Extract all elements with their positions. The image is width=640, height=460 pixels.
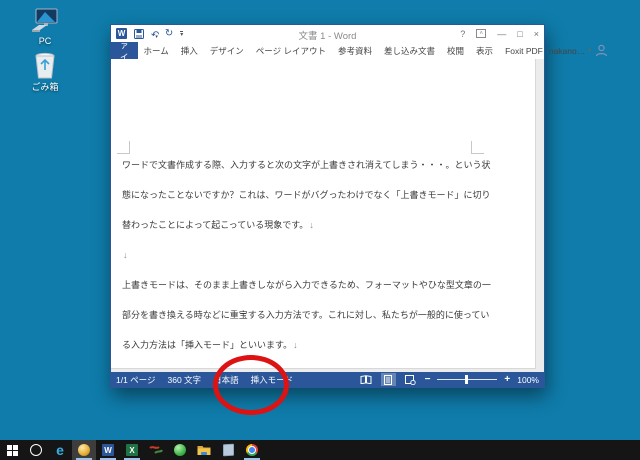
- recycle-bin-icon: [33, 52, 57, 80]
- document-line-text: 上書きモードは、そのまま上書きしながら入力できるため、フォーマットやひな型文章の…: [122, 280, 491, 290]
- start-button[interactable]: [0, 440, 24, 460]
- account-name[interactable]: nakano… ▾: [549, 42, 593, 59]
- document-line-text: 替わったことによって起こっている現象です。: [122, 220, 308, 230]
- help-button[interactable]: ?: [460, 29, 465, 39]
- taskbar-app-edge[interactable]: e: [48, 440, 72, 460]
- zoom-level[interactable]: 100%: [517, 375, 539, 385]
- document-line-text: る入力方法は「挿入モード」といいます。: [122, 340, 292, 350]
- green-app-icon: [174, 444, 186, 456]
- quick-access-toolbar: W ↶▾ ↻ ▾: [116, 25, 183, 43]
- account-label: nakano…: [549, 46, 585, 56]
- document-line[interactable]: 上書きモードは、そのまま上書きしながら入力できるため、フォーマットやひな型文章の…: [122, 270, 494, 300]
- taskbar-app-window[interactable]: [216, 440, 240, 460]
- title-bar: W ↶▾ ↻ ▾ 文書 1 - Word ? ˄ — □ ×: [111, 25, 544, 42]
- page-count[interactable]: 1/1 ページ: [116, 374, 156, 386]
- desktop-icon-label: PC: [39, 36, 52, 46]
- web-layout-button[interactable]: [403, 373, 418, 386]
- scrollbar-track[interactable]: [535, 59, 544, 372]
- taskbar-app-gold[interactable]: [72, 440, 96, 460]
- window-app-icon: [223, 444, 234, 457]
- document-line[interactable]: る入力方法は「挿入モード」といいます。↓: [122, 330, 494, 360]
- tab-校閲[interactable]: 校閲: [441, 42, 470, 59]
- word-icon: W: [102, 444, 114, 456]
- red-green-app-icon: [149, 444, 163, 456]
- document-text: ワードで文書作成する際、入力すると次の文字が上書きされ消えてしまう・・・。という…: [122, 150, 494, 360]
- read-mode-icon: [360, 375, 372, 384]
- word-app-icon: W: [116, 28, 127, 39]
- tab-ページ-レイアウト[interactable]: ページ レイアウト: [250, 42, 332, 59]
- chrome-icon: [246, 444, 258, 456]
- document-line-text: 部分を書き換える時などに重宝する入力方法です。これに対し、私たちが一般的に使って…: [122, 310, 489, 320]
- paragraph-mark: ↓: [123, 250, 128, 260]
- cortana-icon: [30, 444, 42, 456]
- tab-file[interactable]: ファイル: [111, 42, 138, 59]
- print-layout-button[interactable]: [381, 373, 396, 386]
- word-window: W ↶▾ ↻ ▾ 文書 1 - Word ? ˄ — □ × ファイル: [110, 24, 545, 388]
- tab-参考資料[interactable]: 参考資料: [332, 42, 378, 59]
- zoom-in-button[interactable]: +: [504, 375, 510, 385]
- status-bar: 1/1 ページ 360 文字 日本語 挿入モード: [111, 372, 544, 387]
- pc-icon: [31, 8, 59, 34]
- window-title: 文書 1 - Word: [299, 28, 357, 42]
- page-bottom-edge: [111, 368, 536, 372]
- tab-挿入[interactable]: 挿入: [175, 42, 204, 59]
- document-line[interactable]: 態になったことないですか？これは、ワードがバグったわけでなく「上書きモード」に切…: [122, 180, 494, 210]
- taskbar-app-red-green[interactable]: [144, 440, 168, 460]
- web-layout-icon: [405, 375, 416, 385]
- document-area[interactable]: ワードで文書作成する際、入力すると次の文字が上書きされ消えてしまう・・・。という…: [111, 59, 544, 372]
- tab-ホーム[interactable]: ホーム: [138, 42, 175, 59]
- taskbar-app-excel[interactable]: X: [120, 440, 144, 460]
- windows-logo-icon: [7, 445, 18, 456]
- document-line[interactable]: ワードで文書作成する際、入力すると次の文字が上書きされ消えてしまう・・・。という…: [122, 150, 494, 180]
- desktop-icon-pc[interactable]: PC: [16, 8, 74, 46]
- desktop: PC ごみ箱 W ↶▾ ↻ ▾ 文書 1 - Word: [0, 0, 640, 460]
- tab-デザイン[interactable]: デザイン: [204, 42, 250, 59]
- paragraph-mark: ↓: [293, 340, 298, 350]
- redo-button[interactable]: ↻: [165, 29, 173, 39]
- taskbar: e W X: [0, 440, 640, 460]
- zoom-out-button[interactable]: −: [425, 375, 431, 385]
- document-line-text: 態になったことないですか？これは、ワードがバグったわけでなく「上書きモード」に切…: [122, 190, 490, 200]
- read-mode-button[interactable]: [359, 373, 374, 386]
- taskbar-app-file-explorer[interactable]: [192, 440, 216, 460]
- document-line-text: ワードで文書作成する際、入力すると次の文字が上書きされ消えてしまう・・・。という…: [122, 160, 491, 170]
- document-line[interactable]: 替わったことによって起こっている現象です。↓: [122, 210, 494, 240]
- file-explorer-icon: [197, 444, 211, 456]
- undo-dropdown-icon: ▾: [155, 34, 158, 40]
- close-button[interactable]: ×: [534, 29, 539, 39]
- taskbar-app-green[interactable]: [168, 440, 192, 460]
- word-count[interactable]: 360 文字: [168, 374, 202, 386]
- cortana-button[interactable]: [24, 440, 48, 460]
- undo-button[interactable]: ↶▾: [151, 25, 158, 43]
- maximize-button[interactable]: □: [517, 29, 522, 39]
- gold-app-icon: [78, 444, 90, 456]
- zoom-slider[interactable]: [437, 379, 497, 380]
- paragraph-mark: ↓: [309, 220, 314, 230]
- user-avatar-icon[interactable]: [595, 44, 608, 57]
- edge-icon: e: [56, 443, 64, 457]
- account-dropdown-icon: ▾: [588, 47, 591, 54]
- document-line[interactable]: ↓: [122, 240, 494, 270]
- tab-差し込み文書[interactable]: 差し込み文書: [378, 42, 441, 59]
- insert-mode-indicator[interactable]: 挿入モード: [251, 374, 294, 386]
- ribbon-tab-bar: ファイル ホーム挿入デザインページ レイアウト参考資料差し込み文書校閲表示Fox…: [111, 42, 544, 59]
- zoom-slider-thumb[interactable]: [465, 375, 468, 384]
- desktop-icon-recycle-bin[interactable]: ごみ箱: [16, 52, 74, 92]
- window-controls: ? ˄ — □ ×: [460, 29, 539, 39]
- qat-customize-icon[interactable]: ▾: [180, 31, 183, 38]
- desktop-icon-label: ごみ箱: [31, 82, 58, 92]
- tab-表示[interactable]: 表示: [470, 42, 499, 59]
- print-layout-icon: [384, 375, 392, 385]
- document-line[interactable]: 部分を書き換える時などに重宝する入力方法です。これに対し、私たちが一般的に使って…: [122, 300, 494, 330]
- taskbar-app-chrome[interactable]: [240, 440, 264, 460]
- language-indicator[interactable]: 日本語: [213, 374, 239, 386]
- minimize-button[interactable]: —: [497, 29, 506, 39]
- excel-icon: X: [126, 444, 138, 456]
- save-icon[interactable]: [134, 29, 144, 39]
- taskbar-app-word[interactable]: W: [96, 440, 120, 460]
- tab-foxit-pdf[interactable]: Foxit PDF: [499, 42, 549, 59]
- ribbon-display-options-button[interactable]: ˄: [476, 29, 486, 38]
